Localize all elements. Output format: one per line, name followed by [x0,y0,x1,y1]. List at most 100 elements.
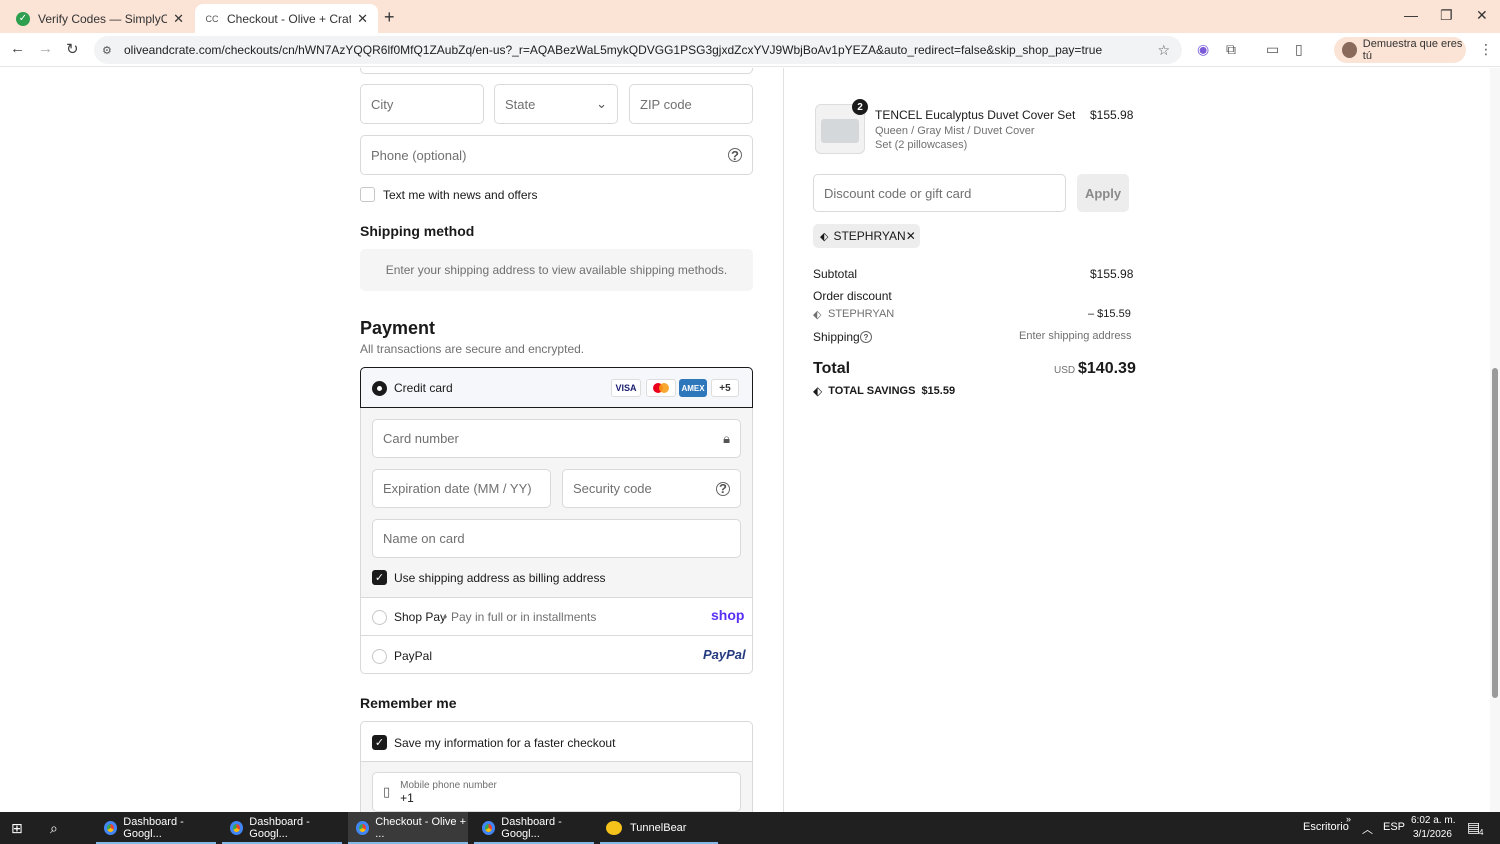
language-indicator[interactable]: ESP [1383,821,1405,833]
shop-pay-option[interactable]: Shop Pay • Pay in full or in installment… [361,597,752,635]
applied-code: STEPHRYAN [833,229,906,243]
taskbar-label: Dashboard - Googl... [123,816,184,840]
address-field[interactable] [360,68,753,74]
text-me-checkbox[interactable] [360,187,375,202]
total-label: Total [813,360,851,377]
discount-value: – $15.59 [1088,308,1131,320]
page-scrollbar[interactable] [1490,68,1500,812]
minimize-icon[interactable]: — [1404,7,1418,23]
city-field[interactable]: City [360,84,484,124]
taskbar-label: Checkout - Olive + ... [375,816,466,840]
clock-date[interactable]: 3/1/2026 [1413,829,1452,840]
apply-button[interactable]: Apply [1077,174,1129,212]
forward-icon[interactable]: → [38,40,53,57]
lock-icon: 🔒︎ [723,430,730,446]
menu-icon[interactable]: ⋮ [1479,41,1493,58]
tab-simplycodes[interactable]: ✓ Verify Codes — SimplyCodes ✕ [6,4,194,33]
visa-icon: VISA [611,379,641,397]
back-icon[interactable]: ← [10,40,25,57]
chrome-icon [230,821,244,835]
savings-value: $15.59 [921,385,956,397]
simplycodes-icon: ✓ [16,11,30,26]
address-bar[interactable]: ⚙ oliveandcrate.com/checkouts/cn/hWN7AzY… [94,36,1182,64]
profile-button[interactable]: Demuestra que eres tú [1334,37,1466,63]
mastercard-icon [646,379,676,397]
bookmark-star-icon[interactable]: ☆ [1157,42,1170,59]
notification-count: 4 [1479,828,1484,837]
security-code-field[interactable]: Security code ? [562,469,741,508]
total-value: $140.39 [1078,360,1136,377]
discount-placeholder: Discount code or gift card [824,185,972,201]
tab-title: Checkout - Olive + Crate [227,11,352,26]
clock-time[interactable]: 6:02 a. m. [1411,815,1455,826]
product-variant: Queen / Gray Mist / Duvet Cover Set (2 p… [875,125,1035,151]
taskbar-item-chrome-active[interactable]: Checkout - Olive + ... [348,812,468,844]
scrollbar-thumb[interactable] [1492,368,1498,698]
desktop-label[interactable]: Escritorio [1303,821,1349,833]
search-icon[interactable]: ⌕ [50,820,58,837]
url-text: oliveandcrate.com/checkouts/cn/hWN7AzYQQ… [124,43,1103,57]
chrome-icon [482,821,496,835]
chevron-up-icon[interactable]: ︿ [1362,821,1373,837]
paypal-radio[interactable] [372,649,387,664]
mobile-phone-field[interactable]: ▯ Mobile phone number +1 [372,772,741,812]
taskbar-item-tunnelbear[interactable]: TunnelBear [600,812,720,844]
taskbar-item-chrome[interactable]: Dashboard - Googl... [474,812,594,844]
text-me-row[interactable]: Text me with news and offers [360,187,538,202]
close-tab-icon[interactable]: ✕ [357,11,368,27]
tunnelbear-icon [606,821,622,835]
taskbar-label: Dashboard - Googl... [501,816,562,840]
windows-taskbar: ⊞ ⌕ Dashboard - Googl... Dashboard - Goo… [0,812,1500,844]
tag-icon: ⬖ [820,230,829,243]
product-price: $155.98 [1090,108,1134,122]
name-on-card-field[interactable]: Name on card [372,519,741,558]
text-me-label: Text me with news and offers [383,187,538,202]
avatar [1342,42,1357,58]
discount-code-field[interactable]: Discount code or gift card [813,174,1066,212]
billing-same-checkbox[interactable]: ✓ [372,570,387,585]
taskbar-item-chrome[interactable]: Dashboard - Googl... [222,812,342,844]
puzzle-icon[interactable]: ⧉ [1226,41,1236,58]
zip-field[interactable]: ZIP code [629,84,753,124]
reading-mode-icon[interactable]: ▯ [1295,41,1303,58]
state-select[interactable]: State ⌄ [494,84,618,124]
screen-share-icon[interactable]: ▭ [1266,41,1279,58]
profile-label: Demuestra que eres tú [1362,38,1463,62]
chrome-icon [356,821,370,835]
save-info-row[interactable]: ✓ Save my information for a faster check… [372,735,615,750]
credit-card-radio[interactable] [372,381,387,396]
reload-icon[interactable]: ↻ [66,40,79,58]
paypal-logo: PayPal [703,647,746,662]
shop-pay-radio[interactable] [372,610,387,625]
savings-label: TOTAL SAVINGS [828,385,916,397]
remove-discount-icon[interactable]: ✕ [906,229,916,243]
phone-field[interactable]: Phone (optional) ? [360,135,753,175]
restore-icon[interactable]: ❐ [1440,7,1453,24]
shipping-notice-text: Enter your shipping address to view avai… [385,263,728,277]
card-number-field[interactable]: Card number 🔒︎ [372,419,741,458]
expiry-field[interactable]: Expiration date (MM / YY) [372,469,551,508]
save-info-checkbox[interactable]: ✓ [372,735,387,750]
remember-box: ✓ Save my information for a faster check… [360,721,753,812]
shop-pay-label: Shop Pay [394,610,447,624]
payment-subheading: All transactions are secure and encrypte… [360,342,585,356]
credit-card-option[interactable]: Credit card VISA AMEX +5 [360,367,753,408]
billing-same-label: Use shipping address as billing address [394,570,606,585]
site-info-icon[interactable]: ⚙ [102,44,122,57]
billing-same-row[interactable]: ✓ Use shipping address as billing addres… [372,570,605,585]
paypal-option[interactable]: PayPal PayPal [361,635,752,673]
windows-start-icon[interactable]: ⊞ [11,820,23,837]
credit-card-label: Credit card [394,381,453,395]
extension-icon[interactable]: ◉ [1197,41,1209,58]
help-icon[interactable]: ? [860,331,872,343]
discount-code-label: STEPHRYAN [828,308,895,320]
subtotal-value: $155.98 [1090,267,1134,281]
close-window-icon[interactable]: ✕ [1476,7,1488,24]
help-icon[interactable]: ? [716,481,730,496]
new-tab-icon[interactable]: + [384,7,395,28]
amex-icon: AMEX [679,379,707,397]
close-tab-icon[interactable]: ✕ [173,11,184,27]
taskbar-item-chrome[interactable]: Dashboard - Googl... [96,812,216,844]
help-icon[interactable]: ? [728,148,742,163]
tab-checkout[interactable]: CC Checkout - Olive + Crate ✕ [195,4,378,33]
